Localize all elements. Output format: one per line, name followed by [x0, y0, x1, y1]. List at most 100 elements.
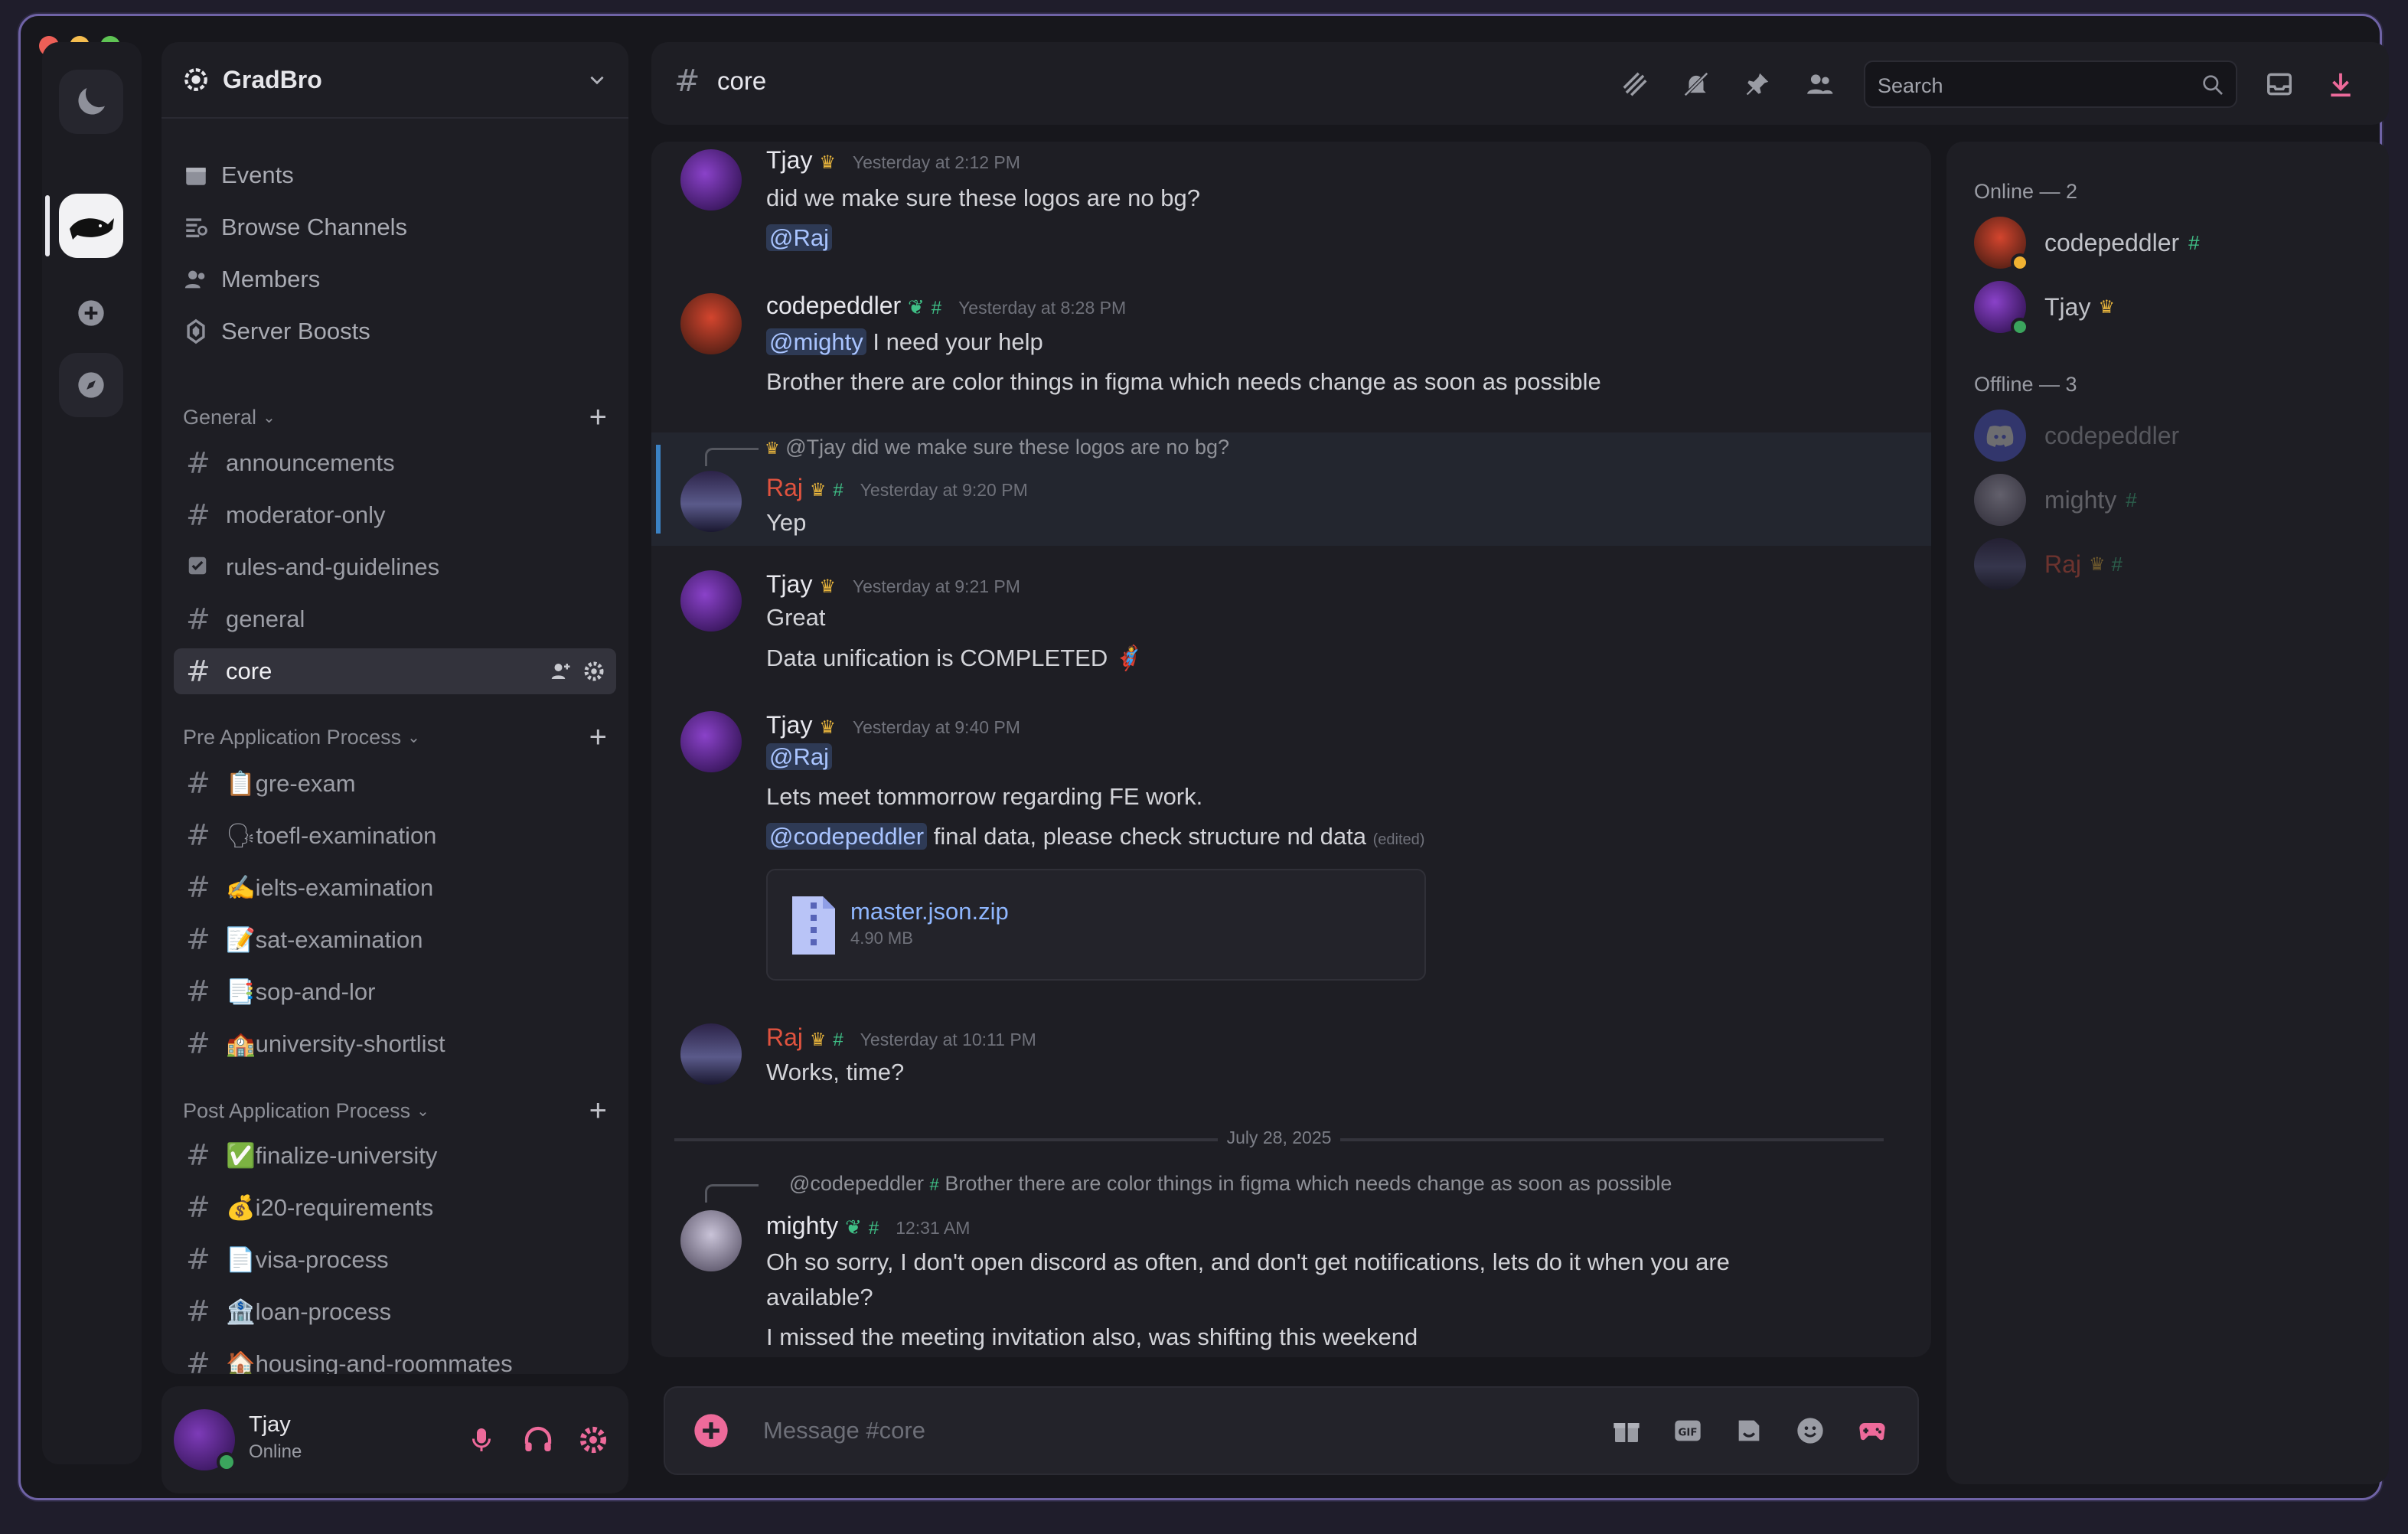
channel-university-shortlist[interactable]: # 🏫university-shortlist	[174, 1020, 616, 1066]
avatar[interactable]	[680, 1023, 742, 1085]
mention[interactable]: @codepeddler	[766, 823, 928, 850]
channel-gre-exam[interactable]: # 📋gre-exam	[174, 760, 616, 806]
avatar	[1974, 410, 2026, 462]
svg-text:GIF: GIF	[1678, 1428, 1697, 1439]
channel-title: core	[717, 67, 767, 95]
channel-label: 🏦loan-process	[226, 1297, 392, 1325]
channel-general[interactable]: # general	[174, 596, 616, 642]
hash-icon: #	[186, 1242, 210, 1276]
avatar[interactable]	[680, 293, 742, 354]
channel-visa-process[interactable]: # 📄visa-process	[174, 1236, 616, 1282]
avatar[interactable]	[680, 570, 742, 632]
threads-icon[interactable]	[1620, 70, 1649, 99]
inbox-icon[interactable]	[2265, 70, 2294, 99]
channel-finalize-university[interactable]: # ✅finalize-university	[174, 1132, 616, 1178]
pin-icon[interactable]	[1743, 70, 1772, 99]
emoji-icon[interactable]	[1795, 1415, 1826, 1446]
hash-badge-icon: #	[833, 480, 843, 501]
server-gradbro-icon[interactable]	[59, 194, 123, 258]
nav-server-boosts[interactable]: Server Boosts	[183, 310, 370, 353]
add-channel-button[interactable]: +	[589, 402, 607, 432]
notifications-muted-icon[interactable]	[1682, 70, 1711, 99]
member-codepeddler-offline[interactable]: codepeddler	[1974, 406, 2179, 465]
headphones-icon[interactable]	[523, 1425, 553, 1455]
category-general[interactable]: General ⌄	[183, 402, 276, 432]
dark-mode-toggle[interactable]	[59, 70, 123, 134]
member-codepeddler[interactable]: codepeddler #	[1974, 214, 2200, 272]
server-settings-icon	[184, 68, 207, 91]
server-header[interactable]: GradBro	[162, 42, 628, 119]
search-input[interactable]: Search	[1864, 60, 2237, 108]
channel-sat-examination[interactable]: # 📝sat-examination	[174, 916, 616, 962]
activities-gamepad-icon[interactable]	[1856, 1415, 1888, 1446]
explore-button[interactable]	[59, 353, 123, 417]
app-window: GradBro Events Browse Channels Members S…	[18, 14, 2389, 1500]
hash-icon: #	[186, 602, 210, 636]
avatar[interactable]	[680, 149, 742, 211]
avatar[interactable]	[680, 1210, 742, 1271]
member-list-icon[interactable]	[1804, 70, 1835, 99]
avatar[interactable]	[680, 711, 742, 772]
avatar	[1974, 538, 2026, 590]
microphone-icon[interactable]	[468, 1425, 495, 1455]
message-input[interactable]: Message #core	[763, 1402, 1574, 1460]
channel-settings-gear-icon[interactable]	[582, 660, 605, 683]
message-author[interactable]: Tjay ♛ Yesterday at 9:40 PM	[766, 711, 1020, 739]
channel-housing-and-roommates[interactable]: # 🏠housing-and-roommates	[174, 1340, 616, 1374]
channel-core[interactable]: # core	[174, 648, 616, 694]
avatar[interactable]	[680, 471, 742, 532]
channel-moderator-only[interactable]: # moderator-only	[174, 492, 616, 538]
avatar	[1974, 474, 2026, 526]
file-name-link[interactable]: master.json.zip	[850, 898, 1009, 925]
sticker-icon[interactable]	[1734, 1415, 1764, 1446]
message-author[interactable]: Raj ♛ # Yesterday at 10:11 PM	[766, 1023, 1036, 1052]
channel-i20-requirements[interactable]: # 💰i20-requirements	[174, 1184, 616, 1230]
message-highlighted[interactable]: ♛ @Tjay did we make sure these logos are…	[651, 432, 1931, 546]
member-tjay[interactable]: Tjay ♛	[1974, 278, 2115, 336]
reply-preview[interactable]: @codepeddler # Brother there are color t…	[789, 1172, 1672, 1196]
nav-members[interactable]: Members	[183, 258, 320, 301]
message-author[interactable]: Tjay ♛ Yesterday at 9:21 PM	[766, 570, 1020, 599]
category-pre-application[interactable]: Pre Application Process ⌄	[183, 722, 420, 752]
nav-events[interactable]: Events	[183, 154, 294, 197]
gif-icon[interactable]: GIF	[1672, 1415, 1703, 1446]
nav-browse-channels[interactable]: Browse Channels	[183, 206, 407, 249]
channel-announcements[interactable]: # announcements	[174, 440, 616, 486]
online-members-label: Online — 2	[1974, 180, 2078, 203]
channel-toefl-examination[interactable]: # 🗣toefl-examination	[174, 812, 616, 858]
member-mighty[interactable]: mighty #	[1974, 471, 2137, 529]
member-list: Online — 2 codepeddler # Tjay ♛ Offline …	[1946, 142, 2389, 1484]
channel-loan-process[interactable]: # 🏦loan-process	[174, 1288, 616, 1334]
download-icon[interactable]	[2326, 70, 2355, 99]
mention[interactable]: @mighty	[766, 328, 866, 355]
message-author[interactable]: Raj ♛ # Yesterday at 9:20 PM	[766, 474, 1028, 502]
user-settings-gear-icon[interactable]	[578, 1425, 609, 1455]
channel-label: 🗣toefl-examination	[226, 821, 437, 849]
file-attachment[interactable]: master.json.zip 4.90 MB	[766, 869, 1426, 981]
channel-ielts-examination[interactable]: # ✍ielts-examination	[174, 864, 616, 910]
message-author[interactable]: codepeddler ❦ # Yesterday at 8:28 PM	[766, 292, 1126, 320]
add-attachment-icon[interactable]	[691, 1411, 731, 1451]
add-member-icon[interactable]	[549, 660, 572, 683]
add-channel-button[interactable]: +	[589, 722, 607, 752]
mention[interactable]: @Raj	[766, 743, 832, 770]
reply-preview[interactable]: ♛ @Tjay did we make sure these logos are…	[765, 436, 1229, 459]
category-label: General	[183, 405, 257, 429]
chevron-down-icon[interactable]	[587, 70, 607, 90]
message-author[interactable]: Tjay ♛ Yesterday at 2:12 PM	[766, 146, 1020, 175]
mention[interactable]: @Raj	[766, 224, 832, 251]
crown-icon: ♛	[809, 1030, 827, 1050]
add-server-button[interactable]	[59, 281, 123, 345]
server-name: GradBro	[223, 65, 322, 93]
message-text: I missed the meeting invitation also, wa…	[766, 1323, 1418, 1350]
mention-highlight-bar	[656, 445, 661, 534]
gift-icon[interactable]	[1611, 1415, 1642, 1446]
add-channel-button[interactable]: +	[589, 1095, 607, 1126]
message-author[interactable]: mighty ❦ #12:31 AM	[766, 1212, 970, 1240]
category-post-application[interactable]: Post Application Process ⌄	[183, 1095, 429, 1126]
channel-sop-and-lor[interactable]: # 📑sop-and-lor	[174, 968, 616, 1014]
channel-rules-and-guidelines[interactable]: rules-and-guidelines	[174, 544, 616, 590]
message-list: Tjay ♛ Yesterday at 2:12 PM did we make s…	[651, 142, 1931, 1357]
member-raj[interactable]: Raj ♛ #	[1974, 535, 2122, 593]
hash-icon: #	[186, 1346, 210, 1374]
